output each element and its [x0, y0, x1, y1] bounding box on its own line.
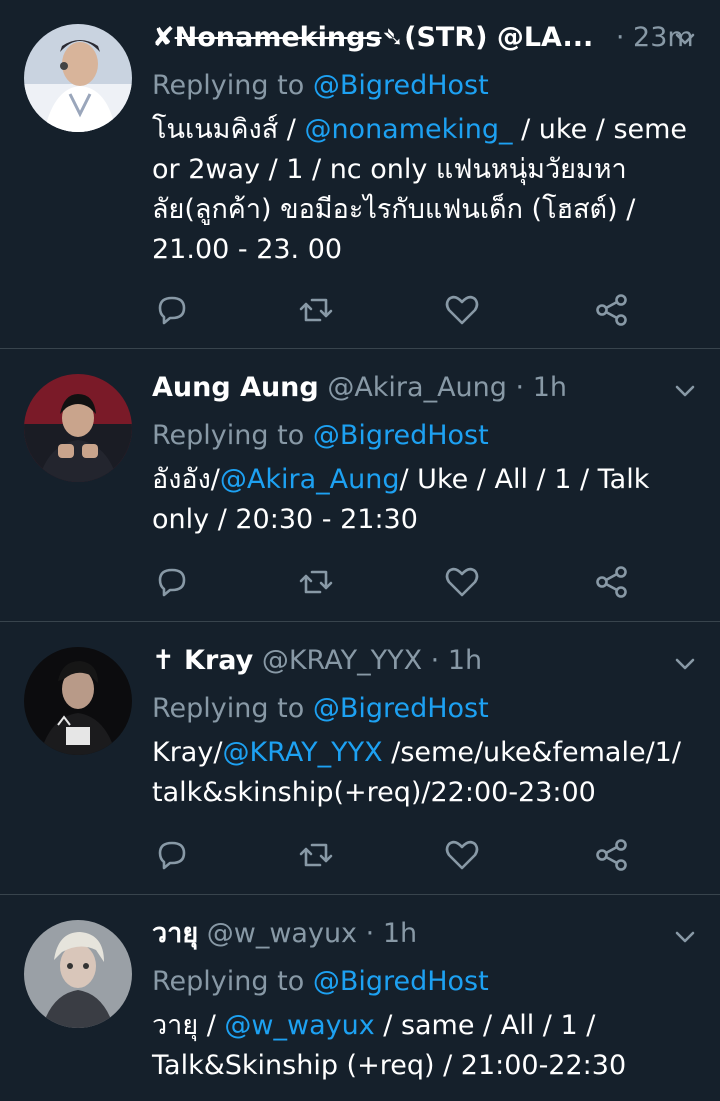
tweet[interactable]: วายุ @w_wayux · 1h Replying to @BigredHo…: [0, 914, 720, 1101]
mention-link[interactable]: @w_wayux: [224, 1010, 374, 1041]
text-line: วายุ / @w_wayux / same / All / 1 /: [152, 1010, 596, 1041]
avatar[interactable]: [24, 374, 132, 482]
reply-mention-link[interactable]: @BigredHost: [313, 420, 489, 451]
user-handle[interactable]: @w_wayux: [207, 918, 357, 949]
text-line: โนเนมคิงส์ / @nonameking_ / uke / seme: [152, 114, 688, 145]
share-icon[interactable]: [592, 290, 632, 330]
tweet-text: Kray/@KRAY_YYX /seme/uke&female/1/ talk&…: [152, 733, 700, 813]
separator: ·: [615, 22, 625, 53]
chevron-down-icon[interactable]: [674, 653, 696, 675]
display-name[interactable]: Aung Aung: [152, 372, 319, 403]
tweet-header: ✝ Kray @KRAY_YYX · 1h: [152, 641, 482, 681]
text-line: อังอัง/@Akira_Aung/ Uke / All / 1 / Talk: [152, 464, 650, 495]
action-bar: [152, 562, 632, 602]
separator: ·: [365, 918, 375, 949]
replying-to: Replying to @BigredHost: [152, 962, 489, 1002]
tweet[interactable]: Aung Aung @Akira_Aung · 1h Replying to @…: [0, 368, 720, 620]
user-handle[interactable]: @Akira_Aung: [327, 372, 507, 403]
avatar[interactable]: [24, 920, 132, 1028]
like-icon[interactable]: [442, 835, 482, 875]
tweet-header: วายุ @w_wayux · 1h: [152, 914, 417, 954]
chevron-down-icon[interactable]: [674, 28, 696, 50]
action-bar: [152, 290, 632, 330]
reply-icon[interactable]: [152, 290, 192, 330]
text-line: only / 20:30 - 21:30: [152, 504, 418, 535]
separator: ·: [515, 372, 525, 403]
text-line: Kray/@KRAY_YYX /seme/uke&female/1/: [152, 737, 681, 768]
tweet-text: วายุ / @w_wayux / same / All / 1 / Talk&…: [152, 1006, 700, 1086]
mention-link[interactable]: @KRAY_YYX: [222, 737, 382, 768]
like-icon[interactable]: [442, 290, 482, 330]
timestamp[interactable]: 1h: [383, 918, 417, 949]
replying-to: Replying to @BigredHost: [152, 689, 489, 729]
mention-link[interactable]: @Akira_Aung: [220, 464, 400, 495]
tweet-divider: [0, 621, 720, 622]
retweet-icon[interactable]: [296, 290, 336, 330]
text-line: ลัย(ลูกค้า) ขอมีอะไรกับแฟนเด็ก (โฮสต์) /: [152, 194, 636, 225]
display-name[interactable]: วายุ: [152, 918, 198, 949]
replying-label: Replying to: [152, 693, 305, 724]
reply-icon[interactable]: [152, 562, 192, 602]
timestamp[interactable]: 1h: [448, 645, 482, 676]
replying-label: Replying to: [152, 70, 305, 101]
reply-mention-link[interactable]: @BigredHost: [313, 70, 489, 101]
action-bar: [152, 835, 632, 875]
tweet-header: Aung Aung @Akira_Aung · 1h: [152, 368, 567, 408]
reply-mention-link[interactable]: @BigredHost: [313, 693, 489, 724]
timestamp[interactable]: 1h: [533, 372, 567, 403]
text-line: or 2way / 1 / nc only แฟนหนุ่มวัยมหา: [152, 154, 627, 185]
tweet[interactable]: ✝ Kray @KRAY_YYX · 1h Replying to @Bigre…: [0, 641, 720, 893]
like-icon[interactable]: [442, 562, 482, 602]
replying-label: Replying to: [152, 420, 305, 451]
display-name[interactable]: ✝ Kray: [152, 645, 253, 676]
share-icon[interactable]: [592, 835, 632, 875]
replying-to: Replying to @BigredHost: [152, 66, 489, 106]
chevron-down-icon[interactable]: [674, 380, 696, 402]
tweet-divider: [0, 894, 720, 895]
reply-icon[interactable]: [152, 835, 192, 875]
text-line: 21.00 - 23. 00: [152, 234, 343, 265]
text-line: talk&skinship(+req)/22:00-23:00: [152, 777, 596, 808]
replying-to: Replying to @BigredHost: [152, 416, 489, 456]
tweet-text: โนเนมคิงส์ / @nonameking_ / uke / seme o…: [152, 110, 700, 270]
retweet-icon[interactable]: [296, 835, 336, 875]
text-line: Talk&Skinship (+req) / 21:00-22:30: [152, 1050, 627, 1081]
mention-link[interactable]: @nonameking_: [304, 114, 512, 145]
avatar[interactable]: [24, 24, 132, 132]
user-handle[interactable]: @KRAY_YYX: [262, 645, 422, 676]
share-icon[interactable]: [592, 562, 632, 602]
reply-mention-link[interactable]: @BigredHost: [313, 966, 489, 997]
tweet-header: ✘Nonamekings➴(STR) @LA... · 23m: [152, 18, 694, 58]
avatar[interactable]: [24, 647, 132, 755]
display-name[interactable]: ✘Nonamekings➴(STR) @LA...: [152, 22, 593, 53]
retweet-icon[interactable]: [296, 562, 336, 602]
separator: ·: [430, 645, 440, 676]
tweet[interactable]: ✘Nonamekings➴(STR) @LA... · 23m Replying…: [0, 18, 720, 348]
tweet-divider: [0, 348, 720, 349]
tweet-text: อังอัง/@Akira_Aung/ Uke / All / 1 / Talk…: [152, 460, 700, 540]
chevron-down-icon[interactable]: [674, 926, 696, 948]
replying-label: Replying to: [152, 966, 305, 997]
